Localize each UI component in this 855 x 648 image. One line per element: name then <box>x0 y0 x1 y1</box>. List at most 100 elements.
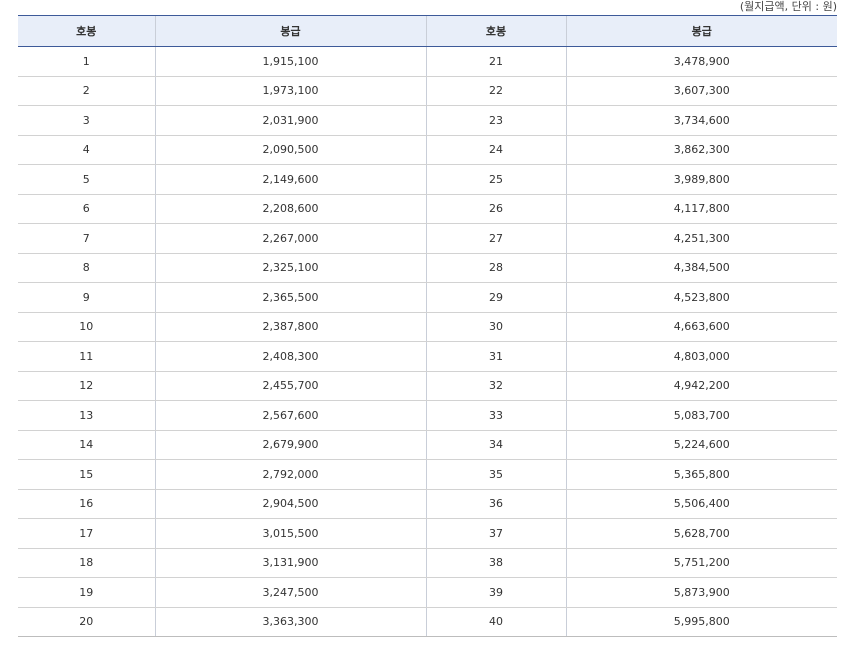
cell-salary-right: 5,628,700 <box>565 518 837 549</box>
table-row: 6 2,208,600 26 4,117,800 <box>18 194 837 224</box>
cell-salary-right: 3,607,300 <box>565 76 837 106</box>
cell-step-left: 2 <box>18 76 155 106</box>
cell-salary-left: 2,679,900 <box>154 430 426 460</box>
cell-salary-left: 2,149,600 <box>154 164 426 195</box>
cell-salary-left: 2,325,100 <box>154 253 426 283</box>
cell-salary-left: 2,455,700 <box>154 371 426 401</box>
cell-step-left: 16 <box>18 489 155 519</box>
table-row: 4 2,090,500 24 3,862,300 <box>18 135 837 165</box>
cell-salary-right: 4,384,500 <box>565 253 837 283</box>
cell-step-left: 4 <box>18 135 155 165</box>
salary-table-body: 1 1,915,100 21 3,478,900 2 1,973,100 22 3,607,3… <box>18 46 837 637</box>
cell-step-left: 19 <box>18 577 155 608</box>
cell-step-left: 11 <box>18 341 155 372</box>
cell-step-left: 20 <box>18 607 155 637</box>
cell-salary-right: 4,663,600 <box>565 312 837 342</box>
cell-step-left: 7 <box>18 223 155 254</box>
table-row: 13 2,567,600 33 5,083,700 <box>18 400 837 431</box>
cell-salary-left: 2,567,600 <box>154 400 426 431</box>
cell-step-right: 28 <box>425 253 566 283</box>
cell-step-right: 35 <box>425 459 566 490</box>
cell-step-right: 36 <box>425 489 566 519</box>
cell-step-left: 5 <box>18 164 155 195</box>
cell-salary-left: 2,208,600 <box>154 194 426 224</box>
cell-salary-right: 3,862,300 <box>565 135 837 165</box>
cell-step-left: 3 <box>18 105 155 136</box>
table-row: 20 3,363,300 40 5,995,800 <box>18 607 837 637</box>
cell-step-left: 17 <box>18 518 155 549</box>
header-step-left: 호봉 <box>18 15 155 47</box>
salary-table: 호봉 봉급 호봉 봉급 1 1,915,100 21 3,478,900 2 1,973,… <box>18 15 837 637</box>
cell-salary-left: 3,247,500 <box>154 577 426 608</box>
table-row: 18 3,131,900 38 5,751,200 <box>18 548 837 578</box>
cell-step-right: 34 <box>425 430 566 460</box>
cell-step-right: 40 <box>425 607 566 637</box>
cell-step-right: 30 <box>425 312 566 342</box>
cell-step-right: 29 <box>425 282 566 313</box>
table-row: 7 2,267,000 27 4,251,300 <box>18 223 837 254</box>
cell-step-left: 14 <box>18 430 155 460</box>
header-row: 호봉 봉급 호봉 봉급 <box>18 15 837 47</box>
cell-step-right: 33 <box>425 400 566 431</box>
cell-step-left: 12 <box>18 371 155 401</box>
table-row: 8 2,325,100 28 4,384,500 <box>18 253 837 283</box>
cell-salary-left: 2,792,000 <box>154 459 426 490</box>
cell-step-right: 38 <box>425 548 566 578</box>
salary-table-header: 호봉 봉급 호봉 봉급 <box>18 15 837 47</box>
table-row: 1 1,915,100 21 3,478,900 <box>18 46 837 77</box>
cell-salary-left: 2,408,300 <box>154 341 426 372</box>
cell-salary-right: 4,117,800 <box>565 194 837 224</box>
cell-step-left: 6 <box>18 194 155 224</box>
table-row: 19 3,247,500 39 5,873,900 <box>18 577 837 608</box>
header-salary-left: 봉급 <box>154 15 426 47</box>
cell-step-right: 26 <box>425 194 566 224</box>
cell-step-right: 21 <box>425 46 566 77</box>
cell-salary-right: 3,734,600 <box>565 105 837 136</box>
cell-salary-right: 5,365,800 <box>565 459 837 490</box>
cell-salary-left: 1,973,100 <box>154 76 426 106</box>
cell-step-left: 15 <box>18 459 155 490</box>
cell-step-right: 32 <box>425 371 566 401</box>
table-row: 11 2,408,300 31 4,803,000 <box>18 341 837 372</box>
table-row: 5 2,149,600 25 3,989,800 <box>18 164 837 195</box>
cell-step-right: 27 <box>425 223 566 254</box>
cell-salary-left: 2,267,000 <box>154 223 426 254</box>
cell-salary-left: 3,015,500 <box>154 518 426 549</box>
unit-note: (월지급액, 단위 : 원) <box>739 0 837 13</box>
cell-salary-left: 2,904,500 <box>154 489 426 519</box>
cell-step-right: 25 <box>425 164 566 195</box>
cell-step-right: 39 <box>425 577 566 608</box>
cell-salary-right: 4,942,200 <box>565 371 837 401</box>
header-step-right: 호봉 <box>425 15 566 47</box>
cell-step-left: 10 <box>18 312 155 342</box>
cell-salary-right: 5,083,700 <box>565 400 837 431</box>
cell-salary-left: 2,365,500 <box>154 282 426 313</box>
cell-step-right: 31 <box>425 341 566 372</box>
table-row: 16 2,904,500 36 5,506,400 <box>18 489 837 519</box>
cell-salary-right: 5,995,800 <box>565 607 837 637</box>
table-row: 3 2,031,900 23 3,734,600 <box>18 105 837 136</box>
cell-salary-left: 2,090,500 <box>154 135 426 165</box>
cell-salary-right: 4,803,000 <box>565 341 837 372</box>
cell-salary-right: 4,251,300 <box>565 223 837 254</box>
cell-step-right: 23 <box>425 105 566 136</box>
table-row: 15 2,792,000 35 5,365,800 <box>18 459 837 490</box>
cell-step-left: 13 <box>18 400 155 431</box>
table-row: 12 2,455,700 32 4,942,200 <box>18 371 837 401</box>
table-row: 17 3,015,500 37 5,628,700 <box>18 518 837 549</box>
cell-step-left: 1 <box>18 46 155 77</box>
cell-salary-right: 5,224,600 <box>565 430 837 460</box>
salary-table-page: (월지급액, 단위 : 원) 호봉 봉급 호봉 봉급 1 1,915,100 21 3… <box>0 0 855 648</box>
cell-step-left: 18 <box>18 548 155 578</box>
table-row: 2 1,973,100 22 3,607,300 <box>18 76 837 106</box>
cell-salary-right: 5,873,900 <box>565 577 837 608</box>
cell-salary-right: 5,751,200 <box>565 548 837 578</box>
table-row: 10 2,387,800 30 4,663,600 <box>18 312 837 342</box>
cell-salary-right: 4,523,800 <box>565 282 837 313</box>
cell-salary-left: 2,387,800 <box>154 312 426 342</box>
cell-salary-left: 1,915,100 <box>154 46 426 77</box>
cell-step-left: 9 <box>18 282 155 313</box>
cell-salary-right: 5,506,400 <box>565 489 837 519</box>
cell-salary-left: 2,031,900 <box>154 105 426 136</box>
cell-salary-right: 3,478,900 <box>565 46 837 77</box>
